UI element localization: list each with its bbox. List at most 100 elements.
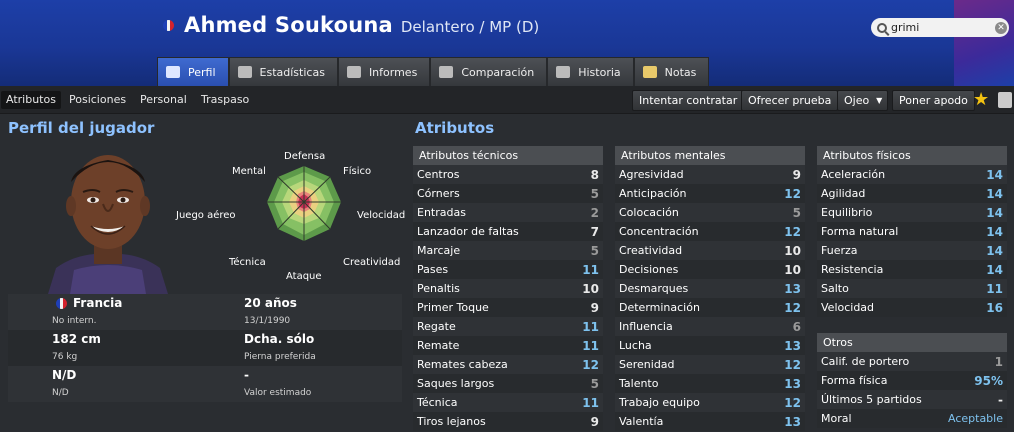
offer-trial-button[interactable]: Ofrecer prueba	[741, 90, 839, 111]
tab-notas[interactable]: Notas	[633, 57, 710, 86]
attribute-row[interactable]: Decisiones 10	[615, 260, 805, 279]
search-box[interactable]: ✕	[871, 18, 1009, 37]
subtab-posiciones[interactable]: Posiciones	[64, 91, 131, 109]
attribute-row[interactable]: Serenidad 12	[615, 355, 805, 374]
player-profile-screen: Ahmed Soukouna Delantero / MP (D) ✕ Perf…	[0, 0, 1014, 432]
reputation-value: N/D	[52, 368, 77, 382]
attribute-value: 5	[590, 243, 599, 258]
attribute-name: Últimos 5 partidos	[821, 393, 922, 406]
attribute-radar-chart: Defensa Físico Velocidad Creatividad Ata…	[176, 146, 410, 290]
attribute-row[interactable]: Lanzador de faltas 7	[413, 222, 603, 241]
attribute-row[interactable]: Resistencia 14	[817, 260, 1007, 279]
attribute-name: Forma física	[821, 374, 888, 387]
radar-label-tecnica: Técnica	[229, 257, 266, 268]
attribute-row[interactable]: Velocidad 16	[817, 298, 1007, 317]
compare-icon	[439, 66, 454, 78]
profile-card-icon	[166, 66, 180, 78]
attribute-value: 10	[582, 281, 599, 296]
search-input[interactable]	[891, 21, 995, 34]
attribute-row[interactable]: Valentía 13	[615, 412, 805, 431]
player-name: Ahmed Soukouna	[184, 13, 393, 37]
notepad-icon[interactable]	[998, 92, 1012, 108]
attribute-row[interactable]: Desmarques 13	[615, 279, 805, 298]
tab-informes[interactable]: Informes	[337, 57, 431, 86]
attribute-row[interactable]: Agilidad 14	[817, 184, 1007, 203]
nationality-value: Francia	[73, 296, 123, 310]
attribute-row[interactable]: Tiros lejanos 9	[413, 412, 603, 431]
attribute-row[interactable]: Córners 5	[413, 184, 603, 203]
attribute-row[interactable]: Concentración 12	[615, 222, 805, 241]
attribute-row[interactable]: Agresividad 9	[615, 165, 805, 184]
france-flag-icon	[56, 298, 67, 309]
attribute-name: Córners	[417, 187, 460, 200]
attribute-name: Penaltis	[417, 282, 460, 295]
attribute-row[interactable]: Regate 11	[413, 317, 603, 336]
attribute-name: Decisiones	[619, 263, 679, 276]
panel-spacer	[817, 317, 1007, 333]
attribute-row[interactable]: Anticipación 12	[615, 184, 805, 203]
attribute-row[interactable]: Pases 11	[413, 260, 603, 279]
sub-toolbar: Atributos Posiciones Personal Traspaso I…	[0, 86, 1014, 114]
attribute-row[interactable]: Trabajo equipo 12	[615, 393, 805, 412]
attribute-row[interactable]: Talento 13	[615, 374, 805, 393]
subtab-atributos[interactable]: Atributos	[1, 91, 61, 109]
attribute-row[interactable]: Forma física 95%	[817, 371, 1007, 390]
attribute-row[interactable]: Marcaje 5	[413, 241, 603, 260]
set-nickname-button[interactable]: Poner apodo	[892, 90, 975, 111]
attribute-row[interactable]: Remate 11	[413, 336, 603, 355]
estimated-value-label: Valor estimado	[244, 388, 312, 398]
info-row-nationality-age: Francia No intern. 20 años 13/1/1990	[8, 294, 402, 330]
attribute-name: Equilibrio	[821, 206, 873, 219]
tab-historia[interactable]: Historia	[547, 57, 634, 86]
subtab-personal[interactable]: Personal	[135, 91, 192, 109]
attribute-name: Desmarques	[619, 282, 689, 295]
clear-search-icon[interactable]: ✕	[995, 21, 1007, 34]
attribute-row[interactable]: Determinación 12	[615, 298, 805, 317]
search-icon	[877, 22, 887, 33]
attribute-row[interactable]: Colocación 5	[615, 203, 805, 222]
attribute-row[interactable]: Últimos 5 partidos -	[817, 390, 1007, 409]
attribute-row[interactable]: Aceleración 14	[817, 165, 1007, 184]
attribute-value: 11	[582, 319, 599, 334]
attribute-value: 2	[590, 205, 599, 220]
attribute-name: Serenidad	[619, 358, 675, 371]
attribute-value: 7	[590, 224, 599, 239]
attribute-name: Regate	[417, 320, 456, 333]
attribute-name: Valentía	[619, 415, 664, 428]
attribute-row[interactable]: Penaltis 10	[413, 279, 603, 298]
attribute-row[interactable]: Equilibrio 14	[817, 203, 1007, 222]
subtab-traspaso[interactable]: Traspaso	[196, 91, 254, 109]
attribute-row[interactable]: Remates cabeza 12	[413, 355, 603, 374]
scout-dropdown-button[interactable]: Ojeo ▼	[837, 90, 889, 111]
attribute-row[interactable]: Influencia 6	[615, 317, 805, 336]
attribute-row[interactable]: Moral Aceptable	[817, 409, 1007, 428]
tab-comparacion[interactable]: Comparación	[430, 57, 548, 86]
attribute-row[interactable]: Fuerza 14	[817, 241, 1007, 260]
attribute-row[interactable]: Centros 8	[413, 165, 603, 184]
tab-estadisticas[interactable]: Estadísticas	[228, 57, 338, 86]
history-icon	[556, 66, 571, 78]
attribute-name: Forma natural	[821, 225, 899, 238]
radar-label-mental: Mental	[232, 166, 266, 177]
attribute-name: Velocidad	[821, 301, 875, 314]
attribute-value: 14	[986, 262, 1003, 277]
attribute-name: Primer Toque	[417, 301, 489, 314]
tab-perfil[interactable]: Perfil	[157, 57, 229, 86]
try-to-sign-button[interactable]: Intentar contratar	[632, 90, 745, 111]
attribute-row[interactable]: Salto 11	[817, 279, 1007, 298]
attribute-row[interactable]: Saques largos 5	[413, 374, 603, 393]
attribute-row[interactable]: Calif. de portero 1	[817, 352, 1007, 371]
attribute-row[interactable]: Creatividad 10	[615, 241, 805, 260]
attribute-row[interactable]: Técnica 11	[413, 393, 603, 412]
attribute-name: Marcaje	[417, 244, 461, 257]
header-decoration	[954, 0, 1014, 86]
attribute-row[interactable]: Lucha 13	[615, 336, 805, 355]
attribute-row[interactable]: Primer Toque 9	[413, 298, 603, 317]
attribute-value: 5	[792, 205, 801, 220]
favourite-star-icon[interactable]: ★	[973, 90, 989, 110]
attribute-value: 8	[590, 167, 599, 182]
attribute-row[interactable]: Forma natural 14	[817, 222, 1007, 241]
attribute-value: 12	[784, 224, 801, 239]
attribute-row[interactable]: Entradas 2	[413, 203, 603, 222]
header-bar: Ahmed Soukouna Delantero / MP (D) ✕ Perf…	[0, 0, 1014, 86]
